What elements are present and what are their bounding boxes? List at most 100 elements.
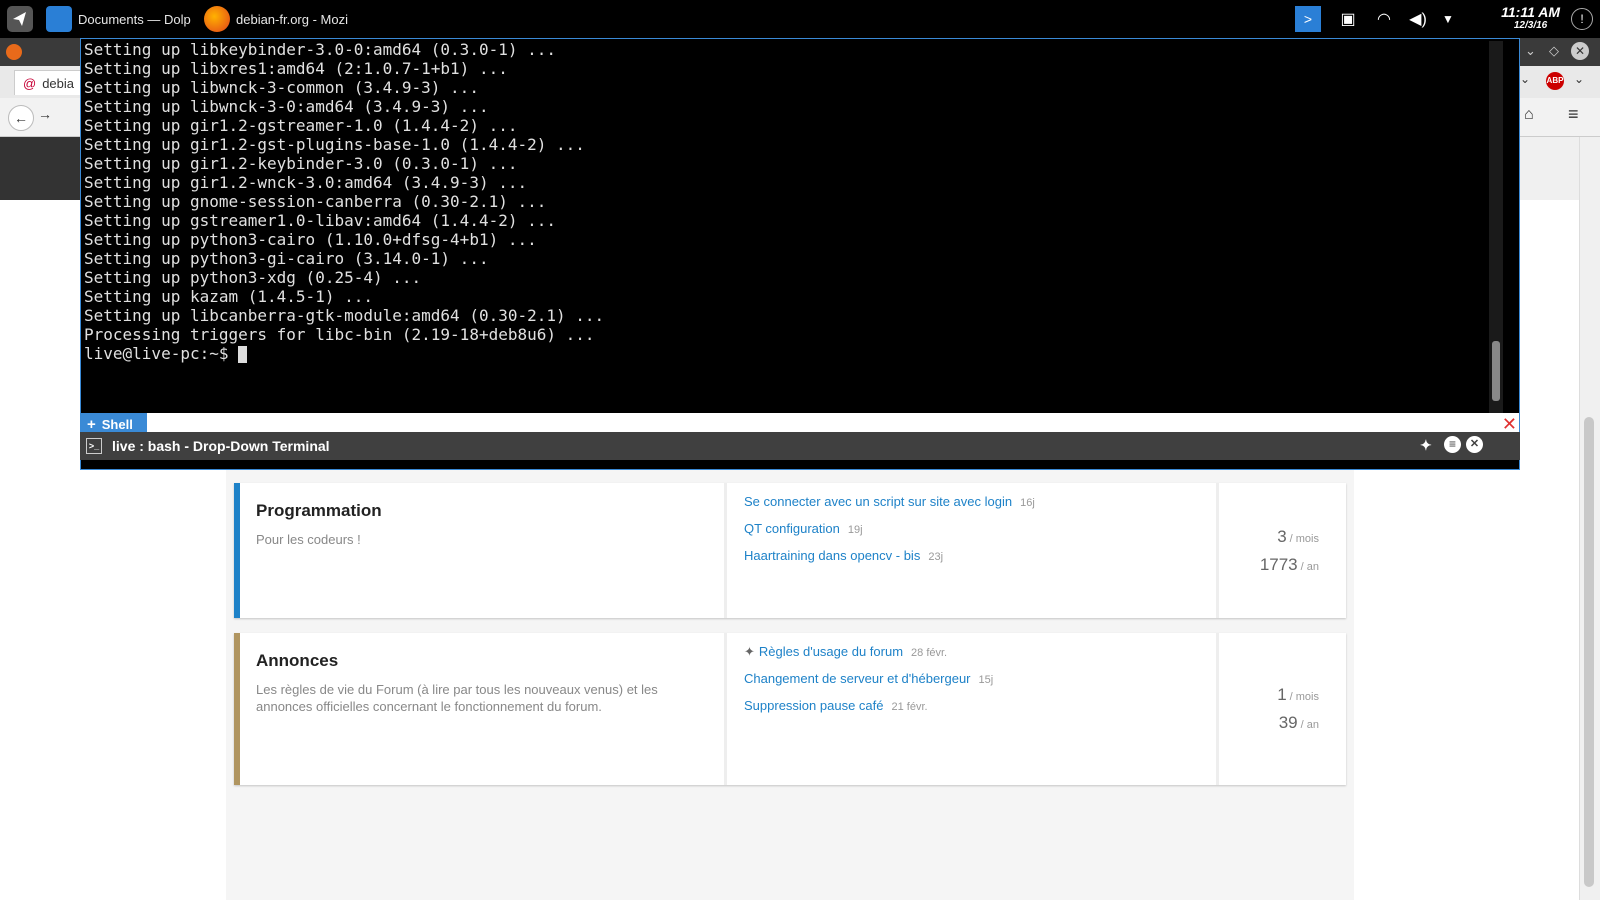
firefox-icon xyxy=(204,6,230,32)
terminal-output[interactable]: Setting up libkeybinder-3.0-0:amd64 (0.3… xyxy=(84,40,604,363)
category-description: Les règles de vie du Forum (à lire par t… xyxy=(256,682,658,714)
stat-unit: / an xyxy=(1300,719,1319,731)
terminal-line: Setting up gir1.2-wnck-3.0:amd64 (3.4.9-… xyxy=(84,173,528,192)
usb-drive-icon[interactable]: ▣ xyxy=(1334,0,1362,38)
chevron-down-icon[interactable]: ⌄ xyxy=(1520,72,1530,86)
plus-icon[interactable]: + xyxy=(87,416,96,433)
clock[interactable]: 11:11 AM 12/3/16 xyxy=(1501,4,1560,31)
topic-title[interactable]: Suppression pause café xyxy=(744,698,883,713)
chevron-down-icon[interactable]: ⌄ xyxy=(1574,72,1584,86)
app-launcher-icon[interactable] xyxy=(6,0,38,38)
terminal-tray-icon[interactable]: > xyxy=(1294,0,1322,38)
debian-icon: @ xyxy=(23,75,37,91)
topic-age: 15j xyxy=(978,674,994,686)
taskbar-task-label: Documents — Dolp xyxy=(78,11,191,27)
divider xyxy=(1216,483,1219,618)
terminal-line: Setting up python3-xdg (0.25-4) ... xyxy=(84,268,422,287)
dropdown-terminal[interactable]: Setting up libkeybinder-3.0-0:amd64 (0.3… xyxy=(80,38,1520,470)
maximize-icon[interactable]: ◇ xyxy=(1549,43,1559,59)
topic-age: 23j xyxy=(928,551,944,563)
volume-icon[interactable]: ◀) xyxy=(1404,0,1432,38)
stat-month: 3/ mois xyxy=(1224,527,1319,547)
terminal-line: Setting up libwnck-3-common (3.4.9-3) ..… xyxy=(84,78,479,97)
taskbar: Documents — Dolp debian-fr.org - Mozi > … xyxy=(0,0,1600,38)
topic-age: 28 févr. xyxy=(911,647,948,659)
category-color-bar xyxy=(234,633,240,785)
folder-icon xyxy=(46,6,72,32)
stat-number: 39 xyxy=(1278,713,1298,732)
topic-link[interactable]: Se connecter avec un script sur site ave… xyxy=(744,494,1035,509)
home-icon[interactable]: ⌂ xyxy=(1524,106,1534,124)
topic-link[interactable]: Changement de serveur et d'hébergeur 15j xyxy=(744,671,993,686)
topic-title[interactable]: Règles d'usage du forum xyxy=(759,644,903,659)
category-title[interactable]: Annonces xyxy=(256,651,338,671)
tab-label: Shell xyxy=(101,416,133,432)
back-icon[interactable]: ← xyxy=(8,105,34,131)
notifications-icon[interactable]: ! xyxy=(1568,0,1596,38)
terminal-titlebar[interactable]: >_ live : bash - Drop-Down Terminal ✦ ≡ … xyxy=(80,432,1520,460)
terminal-line: Setting up gir1.2-gst-plugins-base-1.0 (… xyxy=(84,135,585,154)
stat-number: 1 xyxy=(1277,685,1287,704)
category-row: Annonces Les règles de vie du Forum (à l… xyxy=(234,633,1346,785)
terminal-line: Setting up kazam (1.4.5-1) ... xyxy=(84,287,373,306)
tray-expand-icon[interactable]: ▼ xyxy=(1438,0,1458,38)
firefox-icon xyxy=(6,44,22,60)
clock-date: 12/3/16 xyxy=(1513,20,1548,31)
pin-icon[interactable]: ✦ xyxy=(1420,437,1432,454)
topic-title[interactable]: Changement de serveur et d'hébergeur xyxy=(744,671,971,686)
topic-title[interactable]: Haartraining dans opencv - bis xyxy=(744,548,920,563)
topic-link[interactable]: Haartraining dans opencv - bis 23j xyxy=(744,548,943,563)
terminal-line: Setting up gnome-session-canberra (0.30-… xyxy=(84,192,547,211)
category-title[interactable]: Programmation xyxy=(256,501,382,521)
terminal-line: Setting up gir1.2-keybinder-3.0 (0.3.0-1… xyxy=(84,154,518,173)
menu-icon[interactable]: ≡ xyxy=(1568,104,1579,125)
stat-unit: / an xyxy=(1300,561,1319,573)
clock-time: 11:11 AM xyxy=(1501,4,1560,20)
category-row: Programmation Pour les codeurs ! Se conn… xyxy=(234,483,1346,618)
stat-month: 1/ mois xyxy=(1224,685,1319,705)
menu-icon[interactable]: ≡ xyxy=(1444,436,1461,453)
forward-icon[interactable]: → xyxy=(38,106,52,122)
terminal-line: Setting up python3-cairo (1.10.0+dfsg-4+… xyxy=(84,230,537,249)
taskbar-task-firefox[interactable]: debian-fr.org - Mozi xyxy=(204,0,360,38)
terminal-line: Setting up libwnck-3-0:amd64 (3.4.9-3) .… xyxy=(84,97,489,116)
stat-number: 3 xyxy=(1277,527,1287,546)
stat-unit: / mois xyxy=(1289,533,1319,545)
topic-age: 19j xyxy=(847,524,863,536)
scrollbar-thumb[interactable] xyxy=(1492,341,1500,401)
scrollbar-thumb[interactable] xyxy=(1584,417,1594,887)
category-description: Pour les codeurs ! xyxy=(256,532,361,547)
window-title: live : bash - Drop-Down Terminal xyxy=(112,438,330,454)
terminal-cursor xyxy=(238,346,248,363)
taskbar-task-dolphin[interactable]: Documents — Dolp xyxy=(46,0,202,38)
category-color-bar xyxy=(234,483,240,618)
close-icon[interactable]: ✕ xyxy=(1466,436,1483,453)
terminal-line: Setting up libkeybinder-3.0-0:amd64 (0.3… xyxy=(84,40,557,59)
terminal-scrollbar[interactable] xyxy=(1489,41,1503,413)
terminal-line: Processing triggers for libc-bin (2.19-1… xyxy=(84,325,595,344)
terminal-line: Setting up libxres1:amd64 (2:1.0.7-1+b1)… xyxy=(84,59,508,78)
stat-number: 1773 xyxy=(1259,555,1298,574)
wifi-icon[interactable]: ◠ xyxy=(1370,0,1398,38)
terminal-line: Setting up gstreamer1.0-libav:amd64 (1.4… xyxy=(84,211,557,230)
page-scrollbar[interactable] xyxy=(1579,137,1600,900)
divider xyxy=(724,483,727,618)
terminal-line: Setting up python3-gi-cairo (3.14.0-1) .… xyxy=(84,249,489,268)
topic-link[interactable]: ✦ Règles d'usage du forum 28 févr. xyxy=(744,644,947,660)
tab-debian-fr[interactable]: @ debia xyxy=(14,70,86,95)
terminal-prompt: live@live-pc:~$ xyxy=(84,344,239,363)
topic-link[interactable]: Suppression pause café 21 févr. xyxy=(744,698,928,713)
terminal-line: Setting up libcanberra-gtk-module:amd64 … xyxy=(84,306,605,325)
topic-title[interactable]: Se connecter avec un script sur site ave… xyxy=(744,494,1012,509)
topic-link[interactable]: QT configuration 19j xyxy=(744,521,863,536)
divider xyxy=(1216,633,1219,785)
stat-year: 1773/ an xyxy=(1224,555,1319,575)
terminal-icon: >_ xyxy=(86,438,102,454)
minimize-icon[interactable]: ⌄ xyxy=(1525,43,1536,59)
terminal-line: Setting up gir1.2-gstreamer-1.0 (1.4.4-2… xyxy=(84,116,518,135)
stat-unit: / mois xyxy=(1289,691,1319,703)
topic-title[interactable]: QT configuration xyxy=(744,521,840,536)
close-icon[interactable]: ✕ xyxy=(1571,42,1589,60)
adblock-icon[interactable]: ABP xyxy=(1546,72,1564,90)
topic-age: 21 févr. xyxy=(891,701,928,713)
